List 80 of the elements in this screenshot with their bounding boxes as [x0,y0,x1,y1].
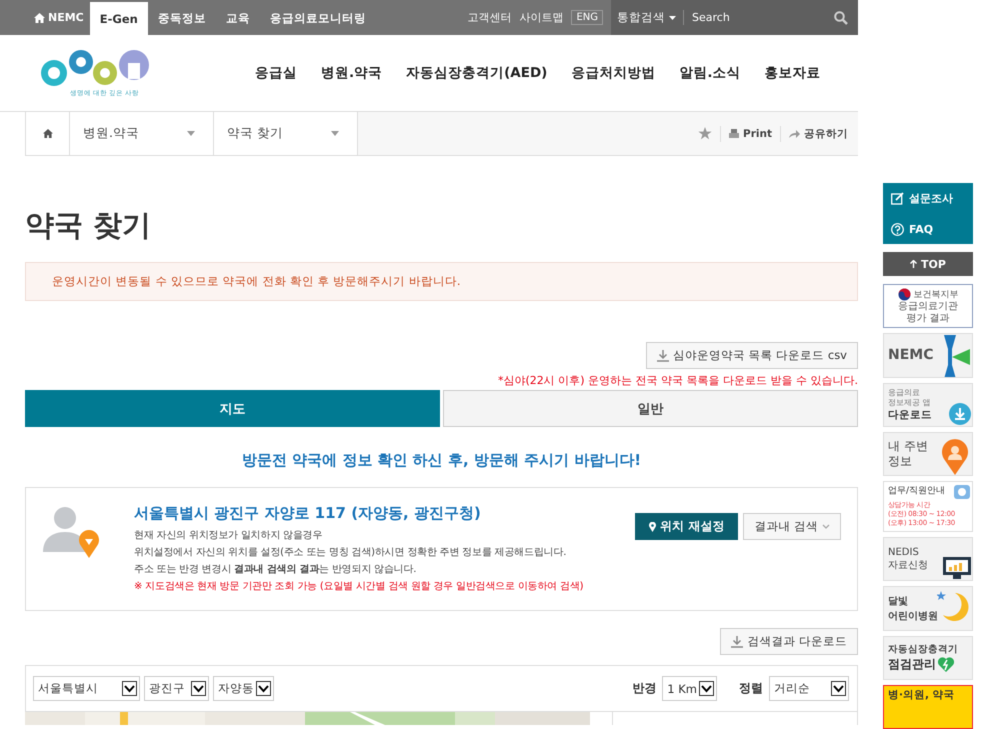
share-arrow-icon [789,130,800,138]
download-icon [949,402,971,425]
search-scope-dropdown[interactable]: 통합검색 [617,10,684,25]
emblem-icon [898,288,910,301]
region-select[interactable]: 자양동 [213,676,274,701]
sort-select[interactable]: 거리순 [769,676,849,701]
results-download-button[interactable]: 검색결과 다운로드 [720,628,858,655]
home-button[interactable] [26,112,70,155]
region-select[interactable]: 광진구 [144,676,209,701]
radius-select[interactable]: 1 Km [662,676,717,701]
chevron-down-icon [822,524,830,529]
info-text: 주소 또는 반경 변경시 결과내 검색의 결과는 반영되지 않습니다. [134,563,418,577]
star-icon[interactable] [698,127,712,140]
survey-link[interactable]: 설문조사 [891,191,965,206]
main-menu-item[interactable]: 알림.소식 [679,64,740,82]
info-text: 위치설정에서 자신의 위치를 설정(주소 또는 명칭 검색)하시면 정확한 주변 정보를 제공해드립니다. [134,546,568,560]
search-icon[interactable] [834,10,848,24]
caret-icon [331,131,339,136]
sidebar-banner[interactable]: NEDIS 자료신청 [883,537,973,582]
main-menu-item[interactable]: 응급처치방법 [571,64,656,82]
moon-star-icon [937,591,969,622]
reset-location-button[interactable]: 위치 재설정 [635,513,738,540]
site-tab[interactable]: E-Gen [90,2,148,35]
share-button[interactable]: 공유하기 [789,126,848,140]
home-link[interactable]: NEMC [34,0,84,35]
breadcrumb-dropdown[interactable]: 병원.약국 [70,112,214,155]
visit-message: 방문전 약국에 정보 확인 하신 후, 방문해 주시기 바랍니다! [240,451,642,470]
page-title: 약국 찾기 [25,207,152,244]
sidebar-banner[interactable]: 병·의원, 약국 [883,684,973,729]
sidebar-banner[interactable]: 내 주변 정보 [883,432,973,476]
main-menu-item[interactable]: 홍보자료 [764,64,820,82]
back-to-top-button[interactable]: TOP [883,252,973,276]
csv-note: *심야(22시 이후) 운영하는 전국 약국 목록을 다운로드 받을 수 있습니다. [496,373,858,388]
main-menu-item[interactable]: 응급실 [255,64,297,82]
map-pin-icon [649,522,656,532]
chat-icon [954,484,970,501]
main-menu-item[interactable]: 병원.약국 [321,64,382,82]
utility-link[interactable]: 사이트맵 [519,10,564,25]
print-button[interactable]: Print [729,128,772,140]
help-icon [891,223,904,236]
notice-banner: 운영시간이 변동될 수 있으므로 약국에 전화 확인 후 방문해주시기 바랍니다. [25,262,858,301]
search-within-results-button[interactable]: 결과내 검색 [743,513,841,540]
utility-link[interactable]: 고객센터 [467,10,512,25]
site-tab[interactable]: 교육 [216,2,260,35]
caret-icon [187,131,195,136]
info-text: 현재 자신의 위치정보가 일치하지 않을경우 [134,529,324,543]
search-field[interactable]: Search [690,10,828,25]
download-icon [656,350,669,362]
sidebar-banner[interactable]: 보건복지부 응급의료기관 평가 결과 [883,284,973,328]
sidebar-banner[interactable]: 달빛 어린이병원 [883,586,973,631]
logo-drawing[interactable] [40,48,152,88]
home-icon [34,12,45,22]
main-menu-item[interactable]: 자동심장충격기(AED) [406,64,548,82]
site-tab[interactable]: 응급의료모니터링 [260,2,376,35]
breadcrumb-dropdown[interactable]: 약국 찾기 [214,112,358,155]
sidebar-banner[interactable]: 자동심장충격기 점검관리 [883,636,973,680]
location-pin-icon [942,438,968,475]
heart-icon [938,656,954,672]
sidebar-banner[interactable]: 응급의료 정보제공 앱 다운로드 [883,382,973,427]
faq-link[interactable]: FAQ [891,223,965,236]
site-tab[interactable]: 중독정보 [148,2,216,35]
warning-text: ※ 지도검색은 현재 방문 기관만 조회 가능 (요일별 시간별 검색 원할 경우 일반검색으로 이동하여 검색) [134,580,584,594]
radius-label: 반경 [632,680,656,697]
sort-label: 정렬 [739,680,763,697]
chart-monitor-icon [943,557,971,580]
edit-icon [891,192,904,206]
language-button[interactable]: ENG [571,10,603,25]
caret-icon [669,16,676,20]
user-location-icon [43,504,101,558]
current-address: 서울특별시 광진구 자양로 117 (자양동, 광진구청) [134,504,482,523]
sidebar-banner[interactable]: NEMC [883,333,973,378]
csv-download-button[interactable]: 심야운영약국 목록 다운로드 csv [646,342,858,369]
printer-icon [729,129,740,138]
view-tab[interactable]: 지도 [25,390,440,427]
region-select[interactable]: 서울특별시 [33,676,140,701]
nemc-logo-icon [944,335,970,377]
home-icon [42,129,52,138]
arrow-up-icon [910,260,918,268]
view-tab[interactable]: 일반 [443,390,858,427]
download-icon [731,636,744,648]
